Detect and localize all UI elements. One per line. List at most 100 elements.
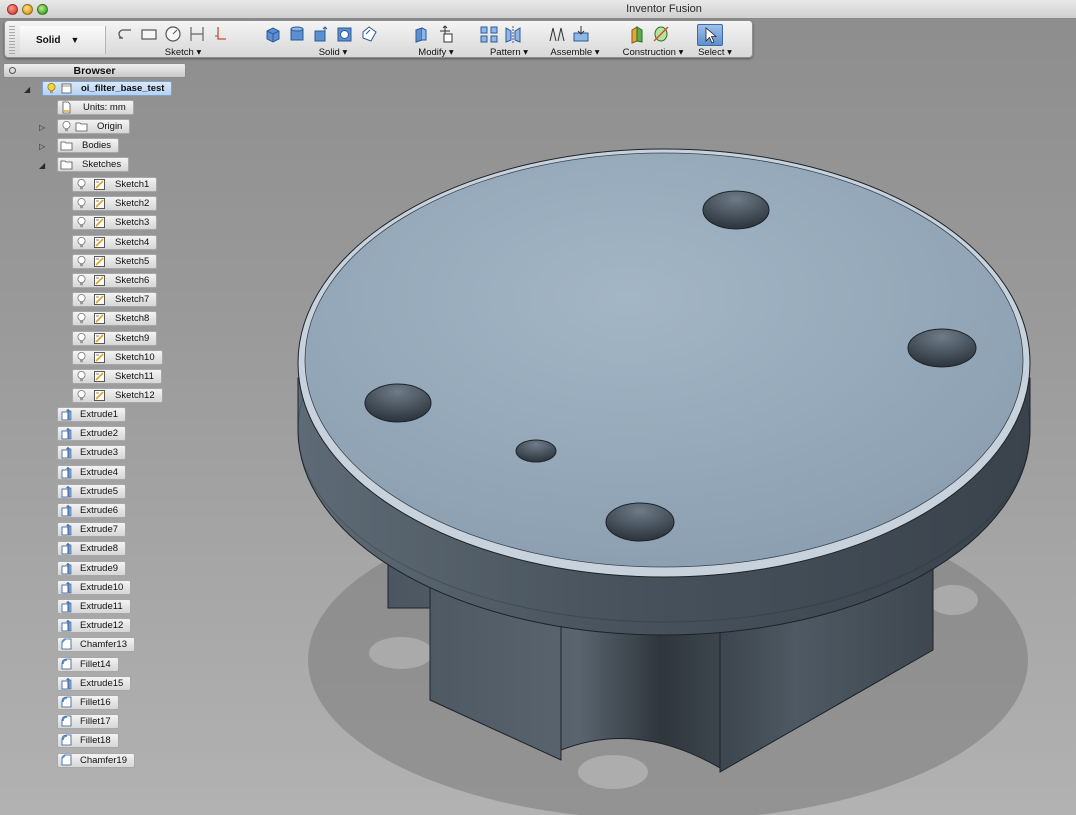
feature-node-fillet[interactable]: Fillet16 xyxy=(57,695,119,710)
extrude-icon xyxy=(60,427,73,440)
feature-node-chamfer[interactable]: Chamfer19 xyxy=(57,752,135,768)
folder-node-bodies[interactable]: Bodies xyxy=(57,138,120,153)
sketch-node[interactable]: Sketch2 xyxy=(72,196,158,212)
revolve-icon[interactable] xyxy=(335,24,355,44)
feature-node-extrude[interactable]: Extrude9 xyxy=(57,560,127,576)
feature-node-fillet[interactable]: Fillet18 xyxy=(57,733,119,749)
folder-node-origin[interactable]: Origin xyxy=(57,119,131,134)
chamfer-icon xyxy=(60,638,73,651)
lightbulb-icon[interactable] xyxy=(75,255,88,268)
rectangular-pattern-icon[interactable] xyxy=(479,24,499,44)
lightbulb-icon[interactable] xyxy=(75,351,88,364)
feature-node-extrude[interactable]: Extrude4 xyxy=(57,464,127,480)
feature-label: Fillet14 xyxy=(80,658,111,670)
lightbulb-icon[interactable] xyxy=(75,274,88,287)
feature-label: Extrude4 xyxy=(80,466,119,478)
feature-node-chamfer[interactable]: Chamfer13 xyxy=(57,637,135,653)
mount-hole xyxy=(364,383,432,423)
sketch-constraint-icon[interactable] xyxy=(211,24,231,44)
sketch-node[interactable]: Sketch4 xyxy=(72,234,158,250)
sketch-label: Sketch10 xyxy=(115,351,155,363)
box-icon[interactable] xyxy=(263,24,283,44)
sketch-node[interactable]: Sketch5 xyxy=(72,253,158,269)
sketch-node[interactable]: Sketch9 xyxy=(72,330,158,346)
feature-node-fillet[interactable]: Fillet14 xyxy=(57,656,119,672)
extrude-icon xyxy=(60,562,73,575)
lightbulb-icon[interactable] xyxy=(75,389,88,402)
insert-component-icon[interactable] xyxy=(571,24,591,44)
modify-group[interactable]: Modify ▾ xyxy=(411,23,471,58)
press-pull-icon[interactable] xyxy=(411,24,431,44)
units-node[interactable]: Units: mm xyxy=(57,100,134,115)
lightbulb-icon[interactable] xyxy=(75,236,88,249)
select-group[interactable]: Select ▾ xyxy=(695,23,735,58)
feature-node-extrude[interactable]: Extrude10 xyxy=(57,579,132,595)
work-axis-icon[interactable] xyxy=(651,24,671,44)
sketch-circle-icon[interactable] xyxy=(163,24,183,44)
collapse-triangle-icon[interactable]: ◢ xyxy=(39,162,47,170)
feature-node-fillet[interactable]: Fillet17 xyxy=(57,714,119,730)
select-arrow-icon[interactable] xyxy=(697,24,723,46)
construction-group[interactable]: Construction ▾ xyxy=(615,23,691,58)
feature-node-extrude[interactable]: Extrude3 xyxy=(57,445,127,461)
extrude-icon xyxy=(60,504,73,517)
feature-node-extrude[interactable]: Extrude2 xyxy=(57,426,127,442)
joint-icon[interactable] xyxy=(547,24,567,44)
feature-node-extrude[interactable]: Extrude1 xyxy=(57,407,127,422)
feature-node-extrude[interactable]: Extrude7 xyxy=(57,522,127,538)
expand-triangle-icon[interactable]: ▷ xyxy=(39,143,47,151)
extrude-icon[interactable] xyxy=(311,24,331,44)
expand-triangle-icon[interactable]: ▷ xyxy=(39,124,47,132)
feature-node-extrude[interactable]: Extrude6 xyxy=(57,503,127,518)
lightbulb-icon[interactable] xyxy=(75,312,88,325)
3d-viewport[interactable] xyxy=(188,60,1076,815)
lightbulb-icon[interactable] xyxy=(75,197,88,210)
collapse-triangle-icon[interactable]: ◢ xyxy=(24,86,32,94)
lightbulb-icon[interactable] xyxy=(75,178,88,191)
lightbulb-icon[interactable] xyxy=(75,293,88,306)
sketch-node[interactable]: Sketch7 xyxy=(72,292,158,308)
sketch-node[interactable]: Sketch3 xyxy=(72,215,158,231)
sketch-node[interactable]: Sketch6 xyxy=(72,273,158,288)
sketch-dimension-icon[interactable] xyxy=(187,24,207,44)
feature-node-extrude[interactable]: Extrude5 xyxy=(57,483,127,499)
lightbulb-icon[interactable] xyxy=(75,370,88,383)
sketch-label: Sketch8 xyxy=(115,313,150,325)
lightbulb-icon[interactable] xyxy=(45,82,58,95)
sketch-node[interactable]: Sketch1 xyxy=(72,177,158,192)
assemble-group[interactable]: Assemble ▾ xyxy=(547,23,603,58)
move-icon[interactable] xyxy=(435,24,455,44)
lightbulb-icon[interactable] xyxy=(75,216,88,229)
feature-node-extrude[interactable]: Extrude11 xyxy=(57,599,131,614)
mount-hole xyxy=(907,328,977,368)
sketch-node[interactable]: Sketch8 xyxy=(72,311,158,327)
feature-node-extrude[interactable]: Extrude15 xyxy=(57,675,132,691)
toolbar-grip[interactable] xyxy=(9,26,15,54)
feature-node-extrude[interactable]: Extrude12 xyxy=(57,618,132,634)
sketch-node[interactable]: Sketch10 xyxy=(72,349,163,365)
feature-label: Extrude5 xyxy=(80,485,119,497)
browser-panel-header[interactable]: Browser xyxy=(3,63,186,78)
pattern-group[interactable]: Pattern ▾ xyxy=(479,23,539,58)
cylinder-icon[interactable] xyxy=(287,24,307,44)
fillet-icon xyxy=(60,696,73,709)
sketch-rectangle-icon[interactable] xyxy=(139,24,159,44)
folder-label: Bodies xyxy=(82,140,112,151)
mode-dropdown[interactable]: Solid ▼ xyxy=(20,26,106,54)
mirror-icon[interactable] xyxy=(503,24,523,44)
solid-group[interactable]: Solid ▾ xyxy=(263,23,393,58)
sketch-arc-icon[interactable] xyxy=(115,24,135,44)
work-plane-icon[interactable] xyxy=(627,24,647,44)
sweep-icon[interactable] xyxy=(359,24,379,44)
sketch-icon xyxy=(93,312,106,325)
sketch-node[interactable]: Sketch11 xyxy=(72,369,162,384)
sketch-group[interactable]: Sketch ▾ xyxy=(115,23,243,58)
sketch-label: Sketch1 xyxy=(115,179,150,190)
tree-root-node[interactable]: oi_filter_base_test xyxy=(42,81,173,96)
feature-node-extrude[interactable]: Extrude8 xyxy=(57,541,127,557)
lightbulb-icon[interactable] xyxy=(60,120,73,133)
feature-label: Extrude3 xyxy=(80,447,119,459)
lightbulb-icon[interactable] xyxy=(75,332,88,345)
sketch-node[interactable]: Sketch12 xyxy=(72,388,163,404)
folder-node-sketches[interactable]: Sketches xyxy=(57,157,130,172)
